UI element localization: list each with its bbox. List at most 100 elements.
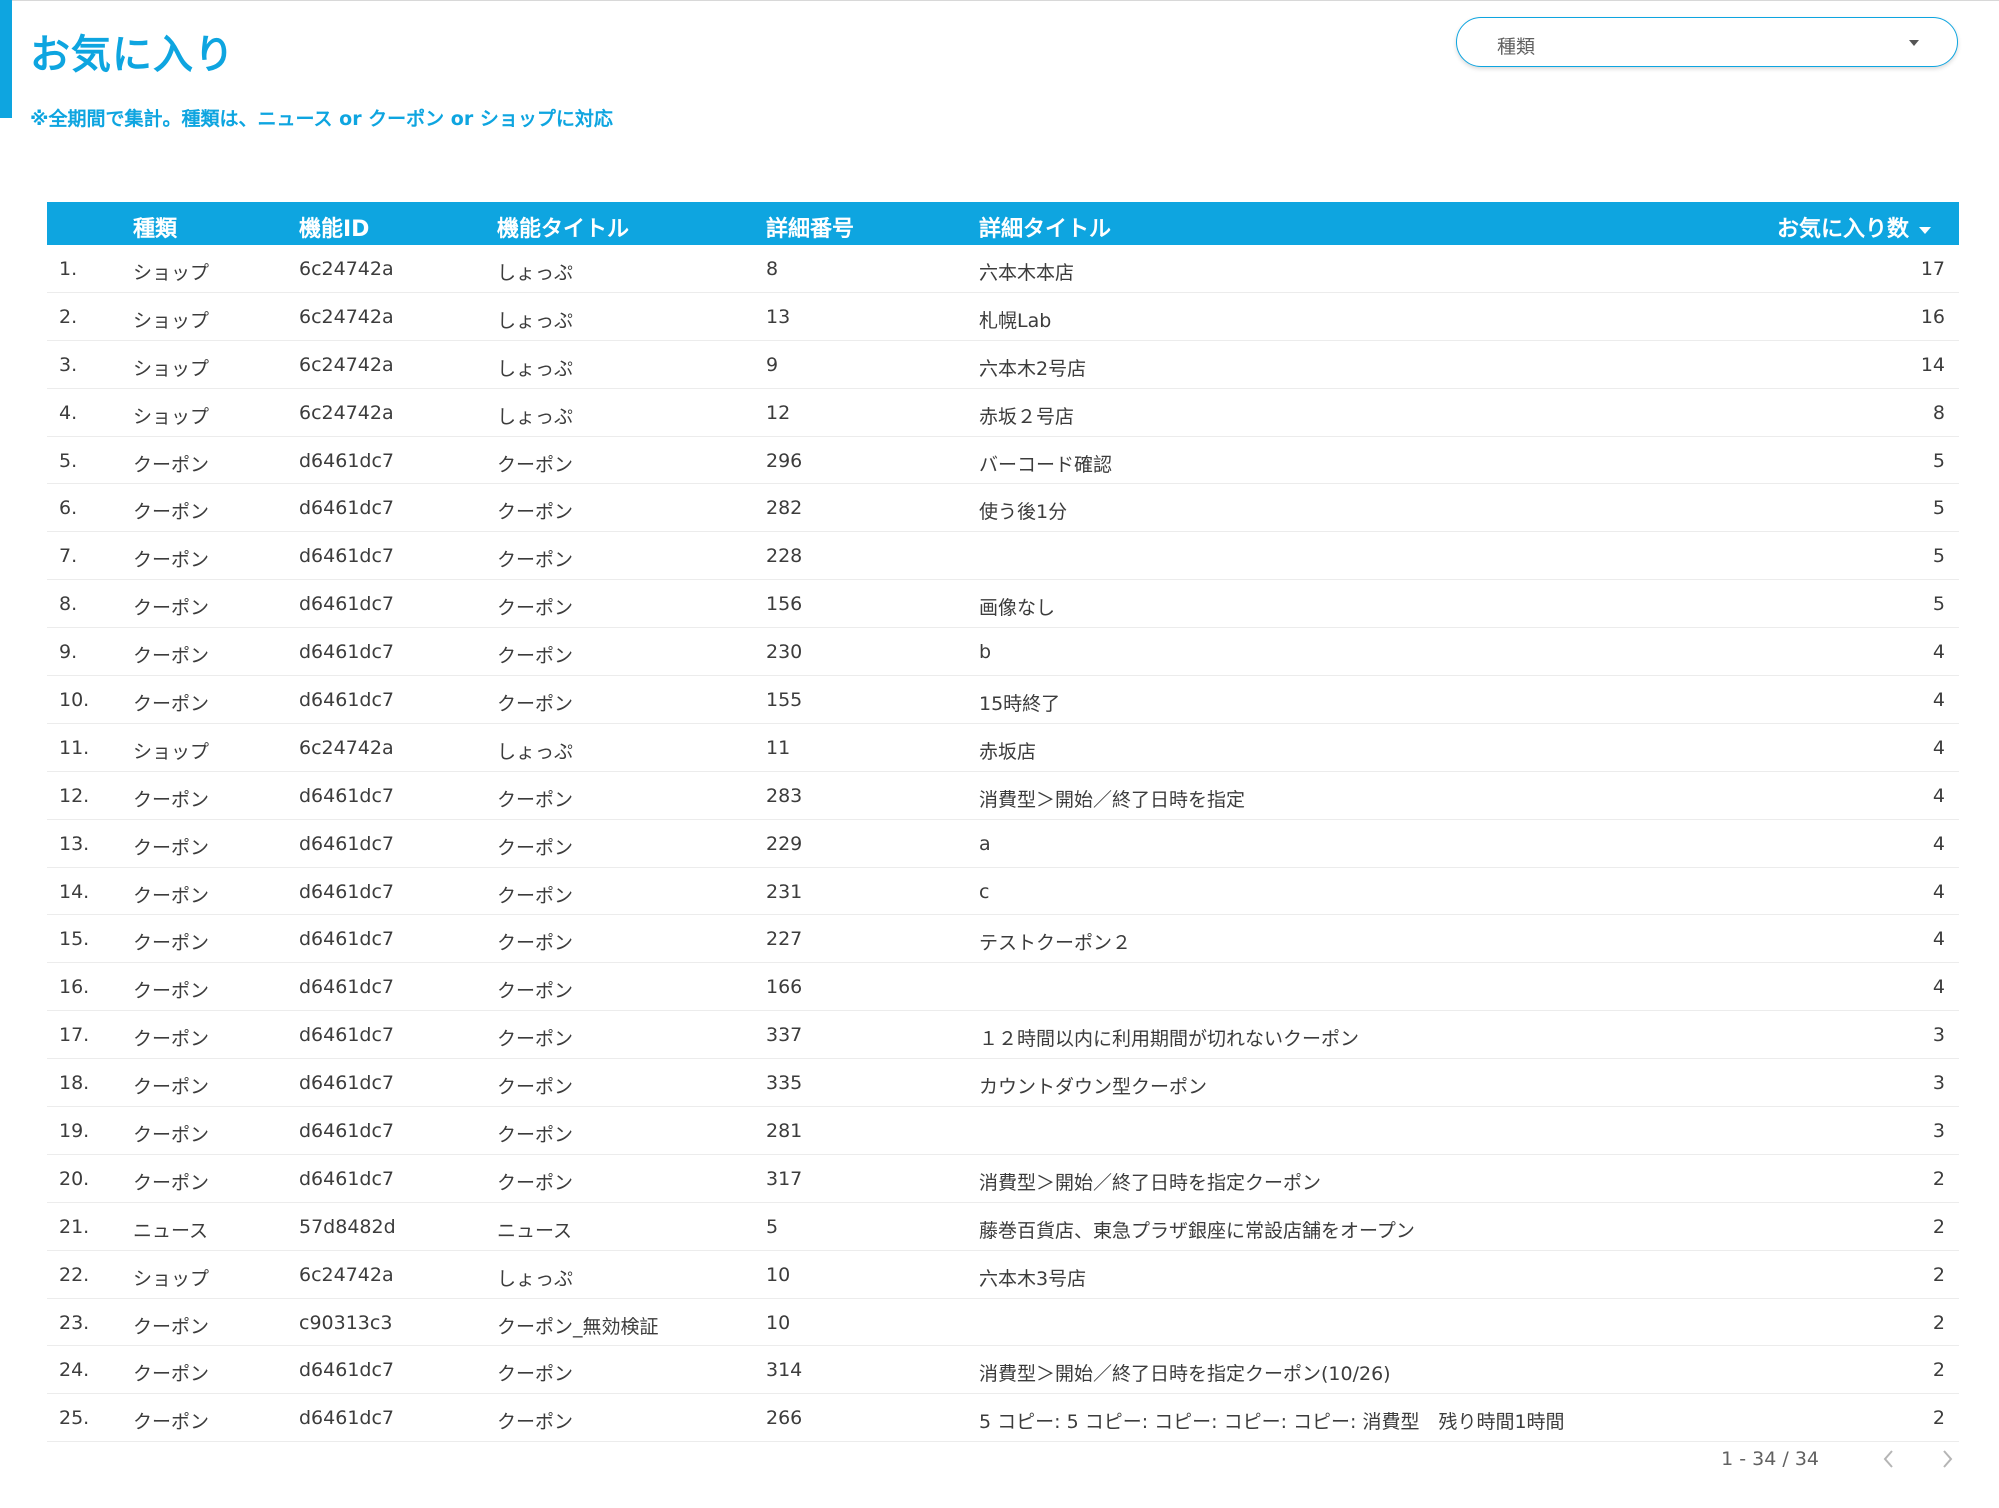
cell-feature-title: しょっぷ <box>497 740 574 763</box>
cell-detail-title: 消費型＞開始／終了日時を指定 <box>979 788 1246 811</box>
cell-feature-id: 6c24742a <box>299 401 394 424</box>
table-row[interactable]: 2. ショップ 6c24742a しょっぷ 13 札幌Lab 16 <box>47 293 1959 341</box>
table-row[interactable]: 23. クーポン c90313c3 クーポン_無効検証 10 2 <box>47 1299 1959 1347</box>
cell-feature-id: d6461dc7 <box>299 1120 395 1143</box>
cell-detail-number: 9 <box>766 353 779 376</box>
table-row[interactable]: 10. クーポン d6461dc7 クーポン 155 15時終了 4 <box>47 676 1959 724</box>
cell-detail-title: b <box>979 641 992 664</box>
table-row[interactable]: 22. ショップ 6c24742a しょっぷ 10 六本木3号店 2 <box>47 1251 1959 1299</box>
table-row[interactable]: 15. クーポン d6461dc7 クーポン 227 テストクーポン２ 4 <box>47 915 1959 964</box>
cell-type: クーポン <box>133 645 210 668</box>
table-row[interactable]: 16. クーポン d6461dc7 クーポン 166 4 <box>47 963 1959 1012</box>
table-row[interactable]: 12. クーポン d6461dc7 クーポン 283 消費型＞開始／終了日時を指定 4 <box>47 772 1959 820</box>
cell-feature-title: しょっぷ <box>497 309 574 332</box>
cell-detail-number: 155 <box>766 689 803 712</box>
row-number: 11. <box>59 736 90 759</box>
cell-type: クーポン <box>133 1363 210 1386</box>
type-filter-dropdown[interactable]: 種類 <box>1456 17 1958 67</box>
cell-feature-title: クーポン <box>497 501 574 524</box>
cell-feature-title: ニュース <box>497 1219 573 1242</box>
cell-detail-number: 314 <box>766 1359 803 1382</box>
cell-feature-title: しょっぷ <box>497 1267 574 1290</box>
cell-detail-number: 227 <box>766 928 803 951</box>
table-row[interactable]: 3. ショップ 6c24742a しょっぷ 9 六本木2号店 14 <box>47 341 1959 389</box>
cell-feature-title: クーポン <box>497 980 574 1003</box>
table-body: 1. ショップ 6c24742a しょっぷ 8 六本木本店 17 2. ショップ 6c24742a… <box>47 245 1959 1443</box>
cell-feature-title: クーポン <box>497 1363 574 1386</box>
chevron-left-icon[interactable] <box>1877 1444 1901 1474</box>
cell-detail-number: 317 <box>766 1167 803 1190</box>
column-header-feature-title[interactable]: 機能タイトル <box>497 211 629 243</box>
cell-feature-id: c90313c3 <box>299 1311 393 1334</box>
table-row[interactable]: 1. ショップ 6c24742a しょっぷ 8 六本木本店 17 <box>47 245 1959 293</box>
cell-detail-number: 296 <box>766 449 803 472</box>
cell-favorites-count: 4 <box>1932 736 1945 759</box>
cell-type: ショップ <box>133 357 210 380</box>
row-number: 2. <box>59 305 78 328</box>
cell-detail-title: バーコード確認 <box>979 453 1113 476</box>
row-number: 10. <box>59 689 90 712</box>
table-row[interactable]: 17. クーポン d6461dc7 クーポン 337 １２時間以内に利用期間が切れないクー… <box>47 1011 1959 1060</box>
cell-feature-title: クーポン <box>497 788 574 811</box>
column-header-detail-number[interactable]: 詳細番号 <box>766 211 854 243</box>
cell-feature-id: d6461dc7 <box>299 689 395 712</box>
table-row[interactable]: 25. クーポン d6461dc7 クーポン 266 5 コピー: 5 コピー: コピー:… <box>47 1394 1959 1443</box>
table-row[interactable]: 13. クーポン d6461dc7 クーポン 229 a 4 <box>47 820 1959 868</box>
column-header-detail-title[interactable]: 詳細タイトル <box>979 211 1111 243</box>
cell-type: ショップ <box>133 740 210 763</box>
cell-favorites-count: 4 <box>1932 832 1945 855</box>
column-header-feature-id[interactable]: 機能ID <box>299 211 369 243</box>
cell-favorites-count: 3 <box>1932 1024 1945 1047</box>
cell-detail-title: 消費型＞開始／終了日時を指定クーポン <box>979 1171 1322 1194</box>
cell-favorites-count: 2 <box>1932 1167 1945 1190</box>
table-row[interactable]: 8. クーポン d6461dc7 クーポン 156 画像なし 5 <box>47 580 1959 629</box>
table-row[interactable]: 14. クーポン d6461dc7 クーポン 231 c 4 <box>47 868 1959 916</box>
column-header-favorites[interactable]: お気に入り数 <box>1777 211 1931 243</box>
cell-feature-id: d6461dc7 <box>299 1072 395 1095</box>
cell-feature-title: しょっぷ <box>497 357 574 380</box>
table-row[interactable]: 11. ショップ 6c24742a しょっぷ 11 赤坂店 4 <box>47 724 1959 772</box>
cell-type: クーポン <box>133 1076 210 1099</box>
cell-detail-title: c <box>979 880 990 903</box>
cell-detail-title: a <box>979 832 991 855</box>
table-row[interactable]: 18. クーポン d6461dc7 クーポン 335 カウントダウン型クーポン 3 <box>47 1059 1959 1108</box>
table-row[interactable]: 5. クーポン d6461dc7 クーポン 296 バーコード確認 5 <box>47 437 1959 485</box>
cell-detail-title: カウントダウン型クーポン <box>979 1076 1208 1099</box>
cell-feature-id: d6461dc7 <box>299 976 395 999</box>
cell-detail-number: 166 <box>766 976 803 999</box>
row-number: 24. <box>59 1359 90 1382</box>
cell-detail-number: 337 <box>766 1024 803 1047</box>
cell-type: クーポン <box>133 549 210 572</box>
cell-feature-id: 6c24742a <box>299 1263 394 1286</box>
cell-feature-id: 6c24742a <box>299 736 394 759</box>
table-row[interactable]: 21. ニュース 57d8482d ニュース 5 藤巻百貨店、東急プラザ銀座に常設店舗をオ… <box>47 1203 1959 1251</box>
table-row[interactable]: 7. クーポン d6461dc7 クーポン 228 5 <box>47 532 1959 581</box>
table-row[interactable]: 6. クーポン d6461dc7 クーポン 282 使う後1分 5 <box>47 484 1959 533</box>
cell-detail-title: 15時終了 <box>979 693 1061 716</box>
table-row[interactable]: 19. クーポン d6461dc7 クーポン 281 3 <box>47 1107 1959 1155</box>
row-number: 16. <box>59 976 90 999</box>
cell-detail-number: 231 <box>766 880 803 903</box>
cell-favorites-count: 4 <box>1932 928 1945 951</box>
cell-feature-title: クーポン <box>497 645 574 668</box>
cell-favorites-count: 2 <box>1932 1359 1945 1382</box>
cell-detail-title: 赤坂２号店 <box>979 405 1075 428</box>
cell-feature-id: 6c24742a <box>299 353 394 376</box>
column-header-type[interactable]: 種類 <box>133 211 177 243</box>
cell-detail-title: 画像なし <box>979 597 1056 620</box>
cell-detail-title: 六本木本店 <box>979 262 1075 284</box>
table-row[interactable]: 9. クーポン d6461dc7 クーポン 230 b 4 <box>47 628 1959 677</box>
cell-feature-title: クーポン <box>497 1028 574 1051</box>
chevron-right-icon[interactable] <box>1935 1444 1959 1474</box>
cell-feature-title: クーポン <box>497 693 574 716</box>
table-row[interactable]: 24. クーポン d6461dc7 クーポン 314 消費型＞開始／終了日時を指定クーポン… <box>47 1346 1959 1395</box>
row-number: 18. <box>59 1072 90 1095</box>
table-row[interactable]: 4. ショップ 6c24742a しょっぷ 12 赤坂２号店 8 <box>47 389 1959 437</box>
cell-type: クーポン <box>133 980 210 1003</box>
cell-detail-title: １２時間以内に利用期間が切れないクーポン <box>979 1028 1360 1051</box>
cell-feature-title: しょっぷ <box>497 262 574 284</box>
table-row[interactable]: 20. クーポン d6461dc7 クーポン 317 消費型＞開始／終了日時を指定クーポン… <box>47 1155 1959 1203</box>
cell-detail-number: 13 <box>766 305 791 328</box>
cell-type: クーポン <box>133 1028 210 1051</box>
row-number: 4. <box>59 401 78 424</box>
